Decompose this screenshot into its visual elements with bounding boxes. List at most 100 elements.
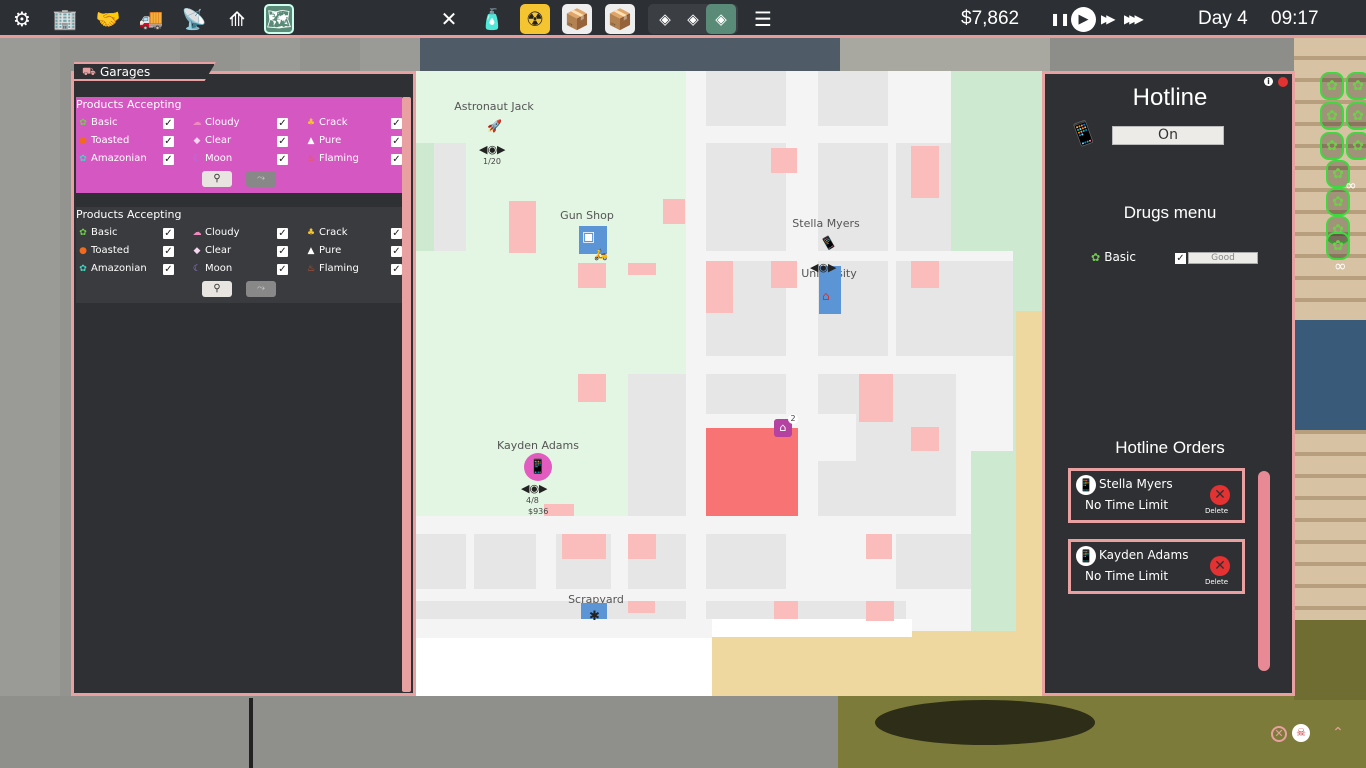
customer-marker-icon[interactable]: ◀◉▶: [810, 261, 837, 274]
product-basic-checkbox[interactable]: ✓: [163, 118, 174, 129]
product-moon: ☾ Moon: [192, 153, 233, 164]
world-ground-bottom: [0, 696, 840, 768]
inventory-slot[interactable]: ✿: [1346, 132, 1366, 160]
map-property: [628, 263, 656, 275]
buildings-icon[interactable]: 🏢: [50, 4, 80, 34]
garage-block[interactable]: Products Accepting ✿ Basic ✓ ☁ Cloudy ✓ ♣ C…: [76, 97, 402, 193]
product-toasted-checkbox[interactable]: ✓: [163, 136, 174, 147]
product-clear-checkbox[interactable]: ✓: [277, 246, 288, 257]
product-toasted-checkbox[interactable]: ✓: [163, 246, 174, 257]
map-property: [628, 601, 655, 613]
leaf-icon: ✿: [1091, 251, 1101, 264]
product-clear-checkbox[interactable]: ✓: [277, 136, 288, 147]
delete-order-button[interactable]: ✕: [1210, 485, 1230, 505]
delete-order-button[interactable]: ✕: [1210, 556, 1230, 576]
flame-icon: ♨: [306, 154, 316, 164]
customer-marker-icon[interactable]: ◀◉▶: [521, 482, 548, 495]
product-amazonian-checkbox[interactable]: ✓: [163, 154, 174, 165]
product-crack: ♣ Crack: [306, 117, 348, 128]
cube-icon[interactable]: ◈: [706, 4, 736, 34]
amazonian-icon: ✿: [79, 154, 87, 164]
product-flaming: ♨ Flaming: [306, 263, 359, 274]
inventory-slot[interactable]: ✿: [1320, 132, 1344, 160]
bottle-icon[interactable]: 🧴: [477, 4, 507, 34]
fastest-forward-icon[interactable]: ▶▶▶: [1124, 12, 1144, 26]
map-beach: [712, 631, 1044, 696]
skull-icon[interactable]: ☠: [1292, 724, 1310, 742]
inventory-slot[interactable]: ✿: [1320, 72, 1344, 100]
product-pure-checkbox[interactable]: ✓: [391, 136, 402, 147]
close-icon[interactable]: ✕: [1271, 726, 1287, 742]
fast-forward-icon[interactable]: ▶▶: [1101, 12, 1116, 26]
map-owned-property[interactable]: [706, 428, 798, 516]
garage-scooter-button[interactable]: ⚲: [202, 171, 232, 187]
inventory-slot[interactable]: ✿: [1346, 72, 1366, 100]
map-block: [706, 71, 786, 126]
product-crack-checkbox[interactable]: ✓: [391, 118, 402, 129]
garages-title-tab[interactable]: ⛟ Garages: [74, 62, 216, 81]
inventory-slot[interactable]: ✿: [1326, 232, 1350, 260]
pause-icon[interactable]: ❚❚: [1050, 12, 1070, 26]
world-pavement: [840, 38, 1050, 72]
phone-bubble-icon[interactable]: 📱: [524, 453, 552, 481]
hotline-order[interactable]: 📱 Kayden Adams No Time Limit ✕ Delete: [1068, 539, 1245, 594]
phone-icon: 📱: [1066, 118, 1101, 151]
product-moon-checkbox[interactable]: ✓: [277, 264, 288, 275]
garages-title: Garages: [100, 65, 151, 79]
crack-icon: ♣: [306, 228, 316, 238]
delete-label: Delete: [1205, 507, 1228, 515]
product-flaming-checkbox[interactable]: ✓: [391, 154, 402, 165]
customer-marker-icon[interactable]: ◀◉▶: [479, 143, 506, 156]
products-accepting-header: Products Accepting: [76, 98, 182, 111]
product-moon-checkbox[interactable]: ✓: [277, 154, 288, 165]
drug-quality-dropdown[interactable]: Good: [1188, 252, 1258, 264]
rocket-icon[interactable]: 🚀: [487, 119, 502, 133]
network-icon[interactable]: ⟰: [222, 4, 252, 34]
map-property: [771, 148, 797, 173]
gear-icon[interactable]: ⚙: [7, 4, 37, 34]
inventory-slot[interactable]: ✿: [1320, 102, 1344, 130]
garage-send-button[interactable]: ⤳: [246, 281, 276, 297]
boxes-icon[interactable]: 📦: [605, 4, 635, 34]
radiation-icon[interactable]: ☢: [520, 4, 550, 34]
package-icon[interactable]: 📦: [562, 4, 592, 34]
garage-send-button[interactable]: ⤳: [246, 171, 276, 187]
garage-scooter-button[interactable]: ⚲: [202, 281, 232, 297]
map-property: [911, 261, 939, 288]
cutlery-icon[interactable]: ✕: [434, 4, 464, 34]
product-pure: ▲ Pure: [307, 245, 342, 256]
play-icon[interactable]: ▶: [1071, 7, 1096, 32]
cube-icon[interactable]: ◈: [678, 4, 708, 34]
inventory-slot[interactable]: ✿: [1346, 102, 1366, 130]
map-block: [818, 71, 888, 126]
map-icon[interactable]: 🗺: [264, 4, 294, 34]
handshake-icon[interactable]: 🤝: [93, 4, 123, 34]
hotline-toggle-button[interactable]: On: [1112, 126, 1224, 145]
scrap-icon: ✱: [589, 609, 600, 624]
city-map[interactable]: Astronaut Jack 🚀 ◀◉▶ 1/20 Gun Shop ▣ 🛵 S…: [416, 71, 1044, 696]
hotline-order[interactable]: 📱 Stella Myers No Time Limit ✕ Delete: [1068, 468, 1245, 523]
product-cloudy-checkbox[interactable]: ✓: [277, 228, 288, 239]
map-lawn: [951, 71, 1044, 251]
product-crack-checkbox[interactable]: ✓: [391, 228, 402, 239]
cube-icon[interactable]: ◈: [650, 4, 680, 34]
orders-scrollbar[interactable]: [1258, 471, 1270, 671]
chevron-up-icon[interactable]: ⌃: [1329, 724, 1347, 742]
map-property: [578, 263, 606, 288]
drugs-menu-title: Drugs menu: [1123, 203, 1217, 222]
stack-icon[interactable]: ☰: [748, 4, 778, 34]
radio-tower-icon[interactable]: 📡: [179, 4, 209, 34]
garage-block[interactable]: Products Accepting ✿ Basic ✓ ☁ Cloudy ✓ ♣ C…: [76, 207, 402, 303]
map-road: [712, 619, 912, 637]
product-cloudy-checkbox[interactable]: ✓: [277, 118, 288, 129]
leaf-icon: ✿: [79, 228, 87, 238]
product-pure-checkbox[interactable]: ✓: [391, 246, 402, 257]
crack-icon: ♣: [306, 118, 316, 128]
delivery-truck-icon[interactable]: 🚚: [136, 4, 166, 34]
product-flaming-checkbox[interactable]: ✓: [391, 264, 402, 275]
scooter-icon: 🛵: [594, 248, 608, 261]
garages-scrollbar[interactable]: [402, 97, 411, 692]
product-basic-checkbox[interactable]: ✓: [163, 228, 174, 239]
drug-basic-checkbox[interactable]: ✓: [1175, 253, 1186, 264]
product-amazonian-checkbox[interactable]: ✓: [163, 264, 174, 275]
